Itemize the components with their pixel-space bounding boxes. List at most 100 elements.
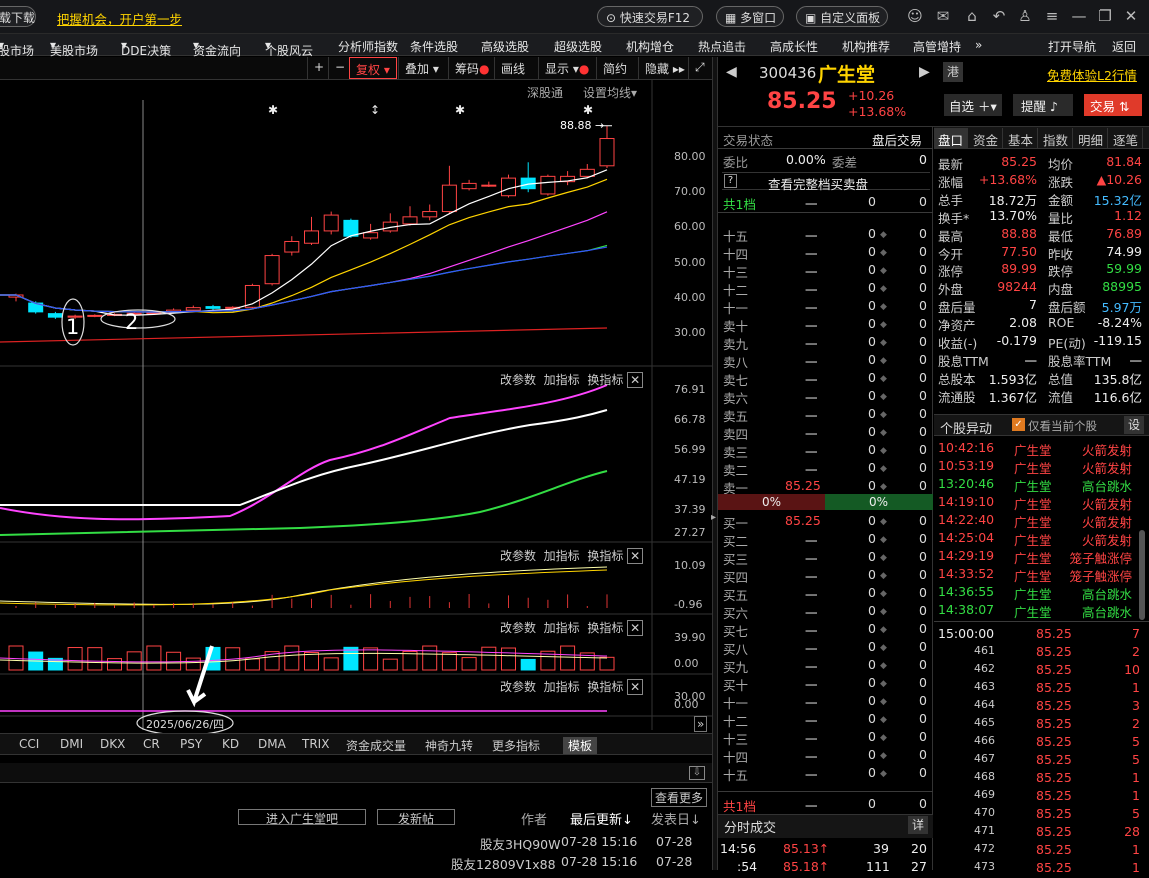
order-book-row[interactable]: 买一 85.25 0 ◆ 0	[723, 513, 928, 531]
multi-window-button[interactable]: ▦ 多窗口	[716, 6, 784, 27]
menu-more[interactable]: »	[975, 38, 982, 52]
back-button[interactable]: 返回	[1112, 38, 1136, 55]
close-icon[interactable]: ✕	[627, 679, 644, 695]
alert-button[interactable]: 提醒 ♪	[1013, 94, 1073, 116]
post-date-header[interactable]: 发表日↓	[651, 809, 701, 828]
menu-icon[interactable]: ≡	[1043, 7, 1061, 25]
indicator-tab[interactable]: 资金成交量	[346, 737, 406, 754]
indicator-tab[interactable]: DKX	[100, 737, 125, 751]
indicator-tab[interactable]: PSY	[180, 737, 202, 751]
mover-row[interactable]: 14:22:40 广生堂 火箭发射	[938, 512, 1146, 530]
chips-button[interactable]: 筹码●	[448, 57, 492, 79]
close-icon[interactable]: ✕	[627, 620, 644, 636]
candle-body[interactable]	[461, 182, 477, 190]
minimize-icon[interactable]: —	[1070, 7, 1088, 25]
settings-button[interactable]: 设	[1124, 416, 1144, 434]
splitter-arrow-icon[interactable]: ▸	[711, 512, 716, 523]
order-book-row[interactable]: 十三一 0 ◆ 0	[723, 729, 928, 747]
mover-row[interactable]: 14:33:52 广生堂 笼子触涨停	[938, 566, 1146, 584]
hide-button[interactable]: 隐藏 ▸▸	[638, 57, 686, 79]
watchlist-button[interactable]: 自选 ＋▾	[944, 94, 1002, 116]
switch-indicator-button[interactable]: 换指标	[587, 549, 623, 563]
order-book-row[interactable]: 十一一 0 ◆ 0	[723, 693, 928, 711]
custom-panel-button[interactable]: ▣ 自定义面板	[796, 6, 888, 27]
quote-tab[interactable]: 逐笔	[1109, 128, 1144, 148]
indicator-tab[interactable]: CR	[143, 737, 160, 751]
close-icon[interactable]: ✕	[1122, 7, 1140, 25]
candle-body[interactable]	[304, 230, 319, 244]
menu-item[interactable]: 高管增持	[913, 38, 961, 55]
menu-item[interactable]: 条件选股	[410, 38, 458, 55]
params-button[interactable]: 改参数	[500, 373, 536, 387]
menu-item[interactable]: 超级选股	[554, 38, 602, 55]
enter-forum-button[interactable]: 进入广生堂吧	[238, 809, 366, 826]
indicator-tab[interactable]: KD	[222, 737, 239, 751]
fullscreen-icon[interactable]: ⤢	[688, 57, 710, 79]
shirt-icon[interactable]: ♙	[1016, 7, 1034, 25]
order-book-row[interactable]: 十三一 0 ◆ 0	[723, 262, 928, 280]
event-star-icon[interactable]: ✱	[583, 103, 593, 117]
event-arrow-icon[interactable]: ↕	[370, 103, 380, 117]
menu-item[interactable]: 资金流向 ▾	[193, 38, 241, 58]
menu-item[interactable]: 高级选股	[481, 38, 529, 55]
order-book-row[interactable]: 卖三一 0 ◆ 0	[723, 442, 928, 460]
candle-body[interactable]	[185, 307, 201, 311]
event-star-icon[interactable]: ✱	[268, 103, 278, 117]
candle-body[interactable]	[501, 177, 516, 197]
menu-item[interactable]: 高成长性	[770, 38, 818, 55]
order-book-row[interactable]: 十一一 0 ◆ 0	[723, 298, 928, 316]
quote-tab[interactable]: 指数	[1039, 128, 1074, 148]
menu-item[interactable]: 机构增仓	[626, 38, 674, 55]
draw-button[interactable]: 画线	[494, 57, 536, 79]
candle-body[interactable]	[441, 184, 457, 213]
undo-icon[interactable]: ↶	[990, 7, 1008, 25]
indicator-tab[interactable]: 神奇九转	[425, 737, 473, 754]
open-nav[interactable]: 打开导航	[1048, 38, 1096, 55]
restore-icon[interactable]: ❐	[1096, 7, 1114, 25]
simple-button[interactable]: 简约	[596, 57, 636, 79]
menu-item[interactable]: 机构推荐	[842, 38, 890, 55]
mover-row[interactable]: 14:38:07 广生堂 高台跳水	[938, 602, 1146, 620]
params-button[interactable]: 改参数	[500, 549, 536, 563]
detail-button[interactable]: 详	[908, 816, 928, 834]
order-book-row[interactable]: 十二一 0 ◆ 0	[723, 280, 928, 298]
checkbox[interactable]: ✓	[1012, 418, 1025, 431]
scrollbar[interactable]	[1139, 530, 1145, 620]
indicator-tab[interactable]: DMI	[60, 737, 83, 751]
mover-row[interactable]: 14:25:04 广生堂 火箭发射	[938, 530, 1146, 548]
user-icon[interactable]: ☺	[906, 7, 924, 25]
menu-item[interactable]: 股市场 ▾	[0, 38, 34, 58]
order-book-row[interactable]: 买三一 0 ◆ 0	[723, 549, 928, 567]
more-button[interactable]: 查看更多	[651, 788, 708, 807]
order-book-row[interactable]: 买七一 0 ◆ 0	[723, 621, 928, 639]
hk-badge[interactable]: 港	[943, 62, 963, 82]
switch-indicator-button[interactable]: 换指标	[587, 621, 623, 635]
menu-item[interactable]: 美股市场 ▾	[50, 38, 98, 58]
order-book-row[interactable]: 卖十一 0 ◆ 0	[723, 316, 928, 334]
candle-body[interactable]	[481, 184, 497, 187]
candle-body[interactable]	[47, 313, 63, 318]
order-book-row[interactable]: 卖二一 0 ◆ 0	[723, 460, 928, 478]
quick-trade-button[interactable]: ⊙ 快速交易F12	[597, 6, 703, 27]
order-book-row[interactable]: 卖八一 0 ◆ 0	[723, 352, 928, 370]
add-indicator-button[interactable]: 加指标	[544, 680, 580, 694]
menu-item[interactable]: 分析师指数	[338, 38, 398, 55]
order-book-row[interactable]: 卖六一 0 ◆ 0	[723, 388, 928, 406]
zoom-out-button[interactable]: −	[328, 57, 348, 79]
indicator-tab[interactable]: CCI	[19, 737, 39, 751]
last-update-header[interactable]: 最后更新↓	[570, 809, 633, 828]
candle-body[interactable]	[402, 216, 418, 225]
quote-tab[interactable]: 盘口	[934, 128, 969, 148]
full-depth-row[interactable]: ? 查看完整档买卖盘	[722, 172, 930, 192]
mover-row[interactable]: 14:29:19 广生堂 笼子触涨停	[938, 548, 1146, 566]
quote-tab[interactable]: 基本	[1004, 128, 1039, 148]
candle-body[interactable]	[599, 138, 615, 167]
candle-body[interactable]	[323, 214, 339, 232]
order-book-row[interactable]: 卖七一 0 ◆ 0	[723, 370, 928, 388]
home-icon[interactable]: ⌂	[963, 7, 981, 25]
order-book-row[interactable]: 十五一 0 ◆ 0	[723, 226, 928, 244]
order-book-row[interactable]: 买四一 0 ◆ 0	[723, 567, 928, 585]
indicator-tab[interactable]: TRIX	[302, 737, 329, 751]
order-book-row[interactable]: 买十一 0 ◆ 0	[723, 675, 928, 693]
candle-body[interactable]	[264, 255, 280, 285]
